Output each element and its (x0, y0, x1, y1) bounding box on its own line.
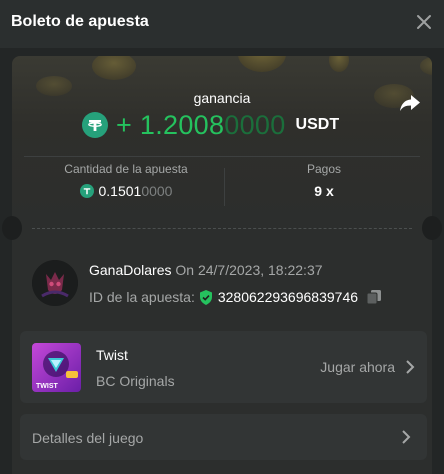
thumb-label: TWIST (36, 383, 58, 390)
copy-icon[interactable] (366, 289, 382, 305)
chevron-right-icon (402, 430, 411, 444)
bet-amount-label: Cantidad de la apuesta (64, 162, 188, 176)
dashed-divider (32, 228, 412, 229)
game-provider: BC Originals (96, 373, 175, 389)
winnings-amount-row: + 1.20080000 USDT (82, 110, 339, 140)
bet-id: 3280622936968397​46 (217, 289, 359, 305)
play-now-label: Jugar ahora (320, 359, 395, 375)
page-title: Boleto de apuesta (11, 13, 149, 30)
ticket-notch-right (422, 216, 442, 240)
amount-value: 1.2008 (139, 109, 225, 140)
shield-check-icon (199, 289, 212, 305)
usdt-icon (82, 112, 108, 138)
bet-amount-stat: Cantidad de la apuesta 0.1501 0000 (36, 162, 216, 199)
payout-label: Pagos (306, 162, 342, 176)
divider (24, 156, 420, 157)
bet-amount-trailing-zeros: 0000 (141, 183, 173, 199)
game-thumbnail: TWIST (32, 343, 81, 392)
game-details-label: Detalles del juego (32, 430, 144, 446)
bet-date: On 24/7/2023, 18:22:37 (175, 262, 323, 278)
twist-game-icon: TWIST (32, 343, 81, 392)
game-card[interactable]: TWIST Twist BC Originals Jugar ahora (20, 331, 427, 403)
divider (224, 168, 225, 206)
bet-amount-value: 0.1501 0000 (36, 183, 216, 199)
winnings-card: ganancia + 1.20080000 USDT Cantidad de l… (12, 56, 432, 226)
bet-slip-page: Boleto de apuesta ganancia + 1.20080000 … (0, 0, 444, 474)
bet-id-line: ID de la apuesta: 3280622936968397​46 (89, 289, 382, 305)
play-now-button[interactable]: Jugar ahora (320, 359, 415, 375)
share-icon[interactable] (399, 94, 421, 112)
usdt-icon (79, 184, 94, 198)
chevron-right-icon (406, 360, 415, 374)
bet-amount-number: 0.1501 (98, 183, 142, 199)
payout-stat: Pagos 9 x (234, 162, 414, 199)
bet-id-label: ID de la apuesta: (89, 289, 195, 305)
user-line: GanaDolares On 24/7/2023, 18:22:37 (89, 262, 323, 278)
currency-label: USDT (295, 116, 340, 133)
winnings-amount: + 1.20080000 (116, 110, 286, 141)
amount-trailing-zeros: 0000 (224, 109, 286, 140)
payout-value: 9 x (314, 183, 334, 199)
winnings-label: ganancia (193, 90, 251, 106)
header: Boleto de apuesta (0, 0, 444, 48)
game-name: Twist (96, 347, 128, 363)
avatar-image-icon (32, 260, 78, 306)
close-icon[interactable] (414, 12, 434, 32)
username[interactable]: GanaDolares (89, 262, 172, 278)
game-details-row[interactable]: Detalles del juego (20, 414, 427, 460)
amount-sign: + (116, 109, 133, 140)
ticket-notch-left (2, 216, 22, 240)
avatar[interactable] (32, 260, 78, 306)
